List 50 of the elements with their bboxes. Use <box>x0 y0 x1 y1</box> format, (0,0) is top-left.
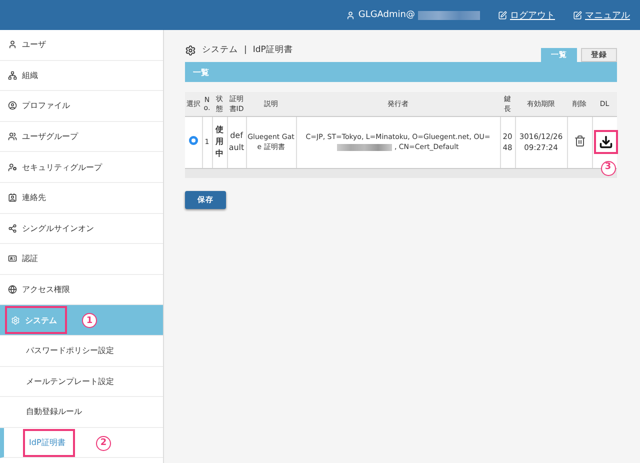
contact-card-icon <box>8 193 17 202</box>
header-link[interactable]: マニュアル <box>573 8 630 22</box>
sidebar-label: プロファイル <box>22 100 70 112</box>
user-gear-icon <box>8 162 17 172</box>
sidebar-label: 認証 <box>22 253 38 264</box>
id-card-icon <box>8 254 17 264</box>
share-icon <box>8 224 17 233</box>
scrollbar[interactable] <box>185 168 617 178</box>
callout-number: 3 <box>600 160 616 176</box>
sidebar-label: システム <box>25 314 57 326</box>
sidebar-label: ユーザ <box>22 39 46 50</box>
sidebar-item[interactable]: メールテンプレート設定 <box>0 366 163 398</box>
redacted-text <box>337 144 392 151</box>
sidebar-item[interactable]: システム 1 <box>0 305 163 336</box>
sidebar-label: アクセス権限 <box>22 284 70 296</box>
download-icon <box>598 135 612 150</box>
user-name: GLGAdmin@ <box>358 10 415 20</box>
sidebar-label: 連絡先 <box>22 192 46 204</box>
sidebar-item[interactable]: シングルサインオン <box>0 214 163 244</box>
sidebar-label: メールテンプレート設定 <box>26 376 114 387</box>
breadcrumb-page: IdP証明書 <box>252 44 293 56</box>
settings-icon <box>11 316 20 325</box>
radio-button[interactable] <box>188 136 198 145</box>
settings-icon <box>185 44 196 56</box>
sidebar-label: セキュリティグループ <box>22 162 102 173</box>
org-chart-icon <box>8 70 17 80</box>
callout-number: 1 <box>82 313 97 328</box>
user-icon <box>346 10 356 20</box>
profile-icon <box>8 101 17 110</box>
sidebar-item[interactable]: IdP証明書 2 <box>0 428 163 458</box>
sidebar-label: ユーザグループ <box>22 131 78 142</box>
user-icon <box>8 40 17 50</box>
sidebar-label: IdP証明書 <box>29 437 66 448</box>
trash-icon[interactable] <box>574 134 586 146</box>
sidebar-label: 組織 <box>22 70 38 81</box>
sidebar-label: シングルサインオン <box>22 222 94 234</box>
callout-number: 2 <box>96 436 111 451</box>
panel-title: 一覧 <box>193 66 209 78</box>
redacted-text <box>418 10 480 20</box>
breadcrumb-section: システム <box>202 44 238 56</box>
download-button[interactable] <box>594 130 618 154</box>
sidebar-item[interactable]: 組織 <box>0 60 163 92</box>
sidebar-label: パスワードポリシー設定 <box>26 345 114 356</box>
edit-icon <box>498 10 507 20</box>
sidebar-label: 自動登録ルール <box>26 406 82 418</box>
globe-icon <box>8 285 17 294</box>
breadcrumb-separator: | <box>244 45 247 55</box>
header-link[interactable]: ログアウト <box>498 8 555 22</box>
users-icon <box>8 132 17 142</box>
edit-icon <box>573 10 582 20</box>
